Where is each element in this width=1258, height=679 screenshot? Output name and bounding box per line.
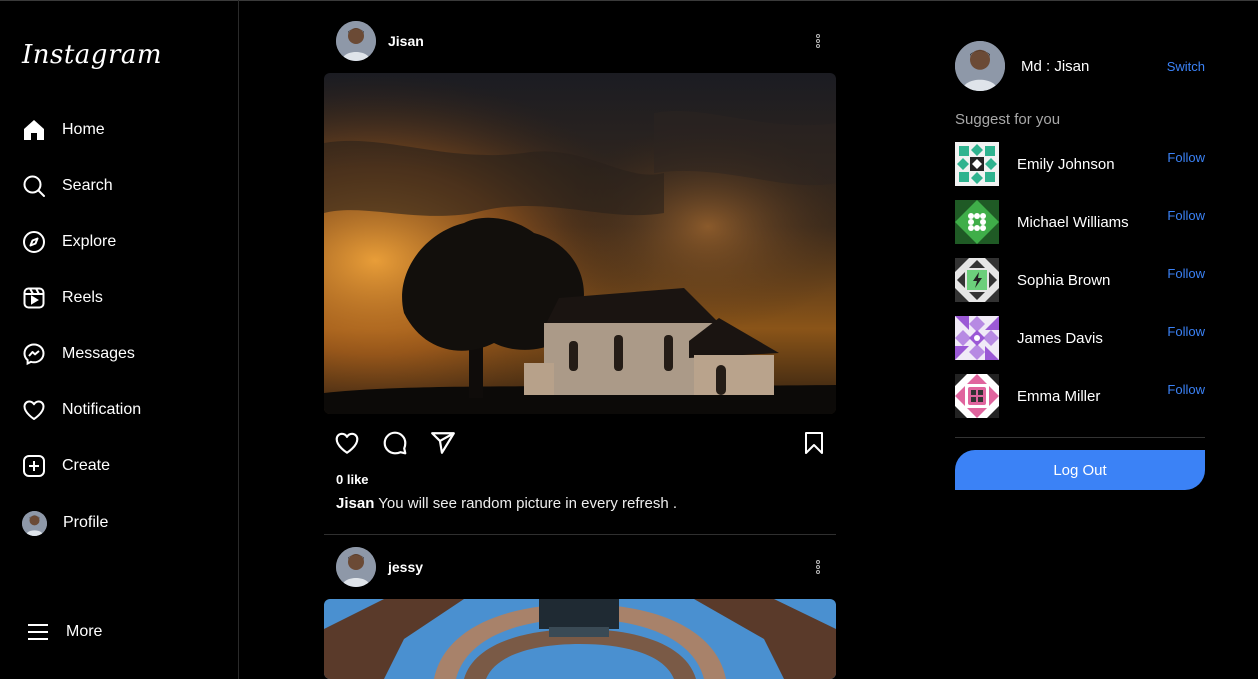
heart-icon — [22, 398, 46, 422]
identicon-avatar[interactable] — [955, 316, 999, 360]
messenger-icon — [22, 342, 46, 366]
post-username[interactable]: Jisan — [388, 33, 424, 49]
identicon-avatar[interactable] — [955, 258, 999, 302]
nav-search[interactable]: Search — [22, 171, 113, 201]
nav-explore-label: Explore — [62, 233, 117, 250]
suggestion-item: Sophia Brown Follow — [955, 258, 1205, 302]
nav-home[interactable]: Home — [22, 115, 105, 145]
suggestion-name[interactable]: Emma Miller — [1017, 388, 1100, 405]
hamburger-icon — [26, 620, 50, 644]
nav-messages[interactable]: Messages — [22, 339, 135, 369]
nav-reels[interactable]: Reels — [22, 283, 103, 313]
caption-text: You will see random picture in every ref… — [374, 495, 678, 512]
follow-button[interactable]: Follow — [1167, 208, 1205, 223]
identicon-avatar[interactable] — [955, 374, 999, 418]
nav-home-label: Home — [62, 121, 105, 138]
home-icon — [22, 118, 46, 142]
caption-username[interactable]: Jisan — [336, 495, 374, 512]
nav-profile[interactable]: Profile — [22, 508, 108, 538]
suggestion-item: Michael Williams Follow — [955, 200, 1205, 244]
nav-more[interactable]: More — [26, 617, 102, 647]
post: jessy — [324, 547, 836, 679]
switch-account-link[interactable]: Switch — [1167, 59, 1205, 74]
avatar — [22, 510, 47, 536]
avatar[interactable] — [336, 21, 376, 61]
like-heart-icon[interactable] — [334, 430, 360, 456]
post-actions — [324, 420, 836, 464]
nav-search-label: Search — [62, 177, 113, 194]
post-username[interactable]: jessy — [388, 559, 423, 575]
suggestion-name[interactable]: Michael Williams — [1017, 214, 1129, 231]
right-panel-divider — [955, 437, 1205, 438]
nav-create-label: Create — [62, 457, 111, 474]
suggestions-heading: Suggest for you — [955, 111, 1061, 128]
logout-button[interactable]: Log Out — [955, 450, 1205, 490]
nav-create[interactable]: Create — [22, 451, 110, 481]
follow-button[interactable]: Follow — [1167, 150, 1205, 165]
search-icon — [22, 174, 46, 198]
identicon-avatar[interactable] — [955, 142, 999, 186]
nav-messages-label: Messages — [62, 345, 135, 362]
more-options-icon[interactable] — [814, 559, 822, 575]
nav-notification[interactable]: Notification — [22, 395, 141, 425]
suggestion-name[interactable]: Emily Johnson — [1017, 156, 1115, 173]
suggestion-item: Emily Johnson Follow — [955, 142, 1205, 186]
nav-explore[interactable]: Explore — [22, 227, 116, 257]
suggestion-name[interactable]: Sophia Brown — [1017, 272, 1110, 289]
post-photo[interactable] — [324, 73, 836, 414]
identicon-avatar[interactable] — [955, 200, 999, 244]
avatar[interactable] — [336, 547, 376, 587]
follow-button[interactable]: Follow — [1167, 324, 1205, 339]
share-send-icon[interactable] — [430, 430, 456, 456]
post-photo[interactable] — [324, 599, 836, 679]
nav-profile-label: Profile — [63, 514, 109, 531]
post-header: Jisan — [324, 21, 836, 61]
current-account: Md : Jisan Switch — [955, 41, 1205, 91]
more-options-icon[interactable] — [814, 33, 822, 49]
sidebar: Instagram Home Search Explore Reels Mess… — [0, 0, 239, 679]
nav-more-label: More — [66, 623, 103, 640]
post: Jisan 0 like Jisan You will see random p… — [324, 21, 836, 512]
suggestion-name[interactable]: James Davis — [1017, 330, 1103, 347]
account-name: Md : Jisan — [1021, 57, 1090, 75]
instagram-logo[interactable]: Instagram — [22, 40, 162, 70]
post-header: jessy — [324, 547, 836, 587]
nav-notification-label: Notification — [62, 401, 142, 418]
avatar[interactable] — [955, 41, 1005, 91]
plus-square-icon — [22, 454, 46, 478]
compass-icon — [22, 230, 46, 254]
post-caption: Jisan You will see random picture in eve… — [336, 495, 836, 512]
bookmark-icon[interactable] — [802, 430, 828, 456]
suggestion-item: Emma Miller Follow — [955, 374, 1205, 418]
like-count: 0 like — [336, 472, 369, 487]
reels-icon — [22, 286, 46, 310]
suggestion-item: James Davis Follow — [955, 316, 1205, 360]
follow-button[interactable]: Follow — [1167, 382, 1205, 397]
nav-reels-label: Reels — [62, 289, 103, 306]
comment-icon[interactable] — [382, 430, 408, 456]
follow-button[interactable]: Follow — [1167, 266, 1205, 281]
post-divider — [324, 534, 836, 535]
